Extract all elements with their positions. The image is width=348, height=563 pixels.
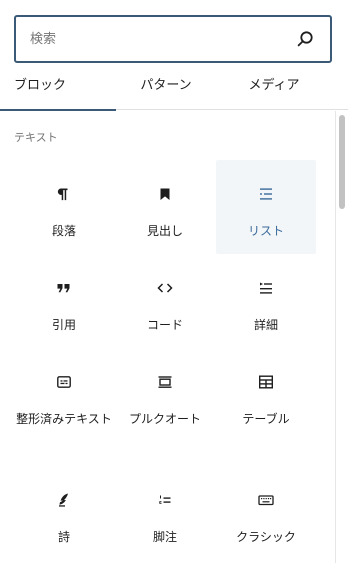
tab-patterns[interactable]: パターン [116,70,216,110]
block-label: 脚注 [152,530,177,544]
scrollbar[interactable] [335,111,347,563]
verse-feather-icon [52,488,76,512]
tab-media[interactable]: メディア [216,70,332,110]
preformatted-icon [52,370,76,394]
inserter-tabs: ブロック パターン メディア [0,70,348,111]
block-label: 詳細 [253,318,278,332]
block-label: 段落 [51,224,76,238]
block-label: クラシック [236,530,296,544]
list-icon [254,182,278,206]
tab-blocks[interactable]: ブロック [0,70,116,111]
block-preformatted[interactable]: 整形済みテキスト [14,348,114,442]
paragraph-icon [52,182,76,206]
details-icon [254,276,278,300]
search-box [14,15,332,63]
keyboard-icon [254,488,278,512]
block-label: プルクオート [128,412,201,426]
block-paragraph[interactable]: 段落 [14,160,114,254]
block-footnotes[interactable]: 脚注 [115,466,215,560]
block-label: コード [146,318,183,332]
block-heading[interactable]: 見出し [115,160,215,254]
block-details[interactable]: 詳細 [216,254,316,348]
block-classic[interactable]: クラシック [216,466,316,560]
block-label: 引用 [51,318,76,332]
table-icon [254,370,278,394]
footnotes-icon [153,488,177,512]
block-code[interactable]: コード [115,254,215,348]
block-label: 整形済みテキスト [16,412,112,426]
code-icon [153,276,177,300]
scrollbar-thumb[interactable] [339,115,345,209]
block-list[interactable]: リスト [216,160,316,254]
block-label: リスト [247,224,284,238]
block-label: 詩 [57,530,70,544]
block-pullquote[interactable]: プルクオート [115,348,215,442]
block-quote[interactable]: 引用 [14,254,114,348]
block-label: 見出し [146,224,183,238]
pullquote-icon [153,370,177,394]
block-label: テーブル [242,412,290,426]
block-verse[interactable]: 詩 [14,466,114,560]
quote-icon [52,276,76,300]
search-input[interactable] [30,17,280,61]
category-title: テキスト [14,131,58,144]
block-table[interactable]: テーブル [216,348,316,442]
block-list-panel: テキスト 段落 見出し リスト 引用 コード 詳細 整形済みテキスト プルクオー… [0,111,348,563]
search-icon[interactable] [294,28,316,50]
heading-bookmark-icon [153,182,177,206]
